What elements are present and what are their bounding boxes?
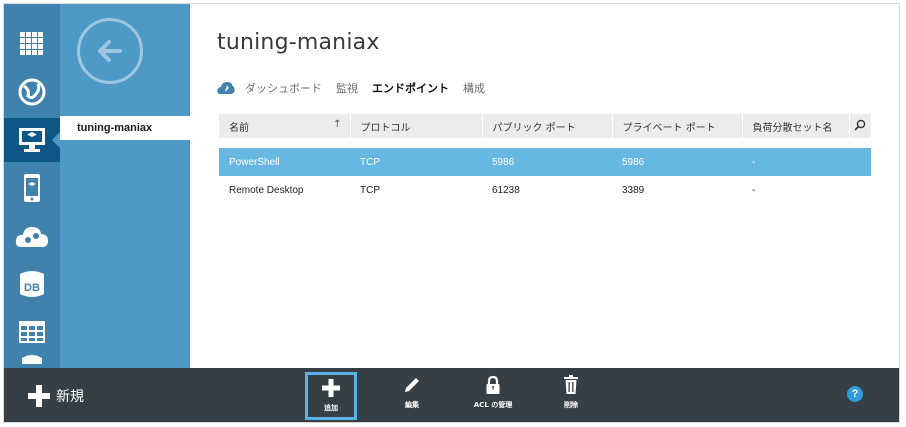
rail-item-web-sites[interactable] [4, 70, 60, 114]
column-header-name[interactable]: 名前 ↑ [219, 114, 351, 138]
table-row[interactable]: Remote Desktop TCP 61238 3389 - [219, 176, 871, 204]
item-list-panel: tuning-maniax [60, 4, 190, 368]
edit-endpoint-label: 編集 [405, 401, 419, 409]
cell-protocol: TCP [360, 184, 380, 196]
search-icon [854, 119, 866, 131]
all-items-grid-icon [20, 32, 43, 55]
selected-service-item[interactable]: tuning-maniax [60, 116, 190, 140]
rail-item-virtual-machines[interactable] [4, 118, 60, 162]
storage-icon [22, 355, 42, 364]
add-endpoint-button[interactable]: 追加 [305, 372, 357, 420]
rail-item-mobile-services[interactable] [4, 166, 60, 210]
new-button-label: 新規 [56, 389, 84, 405]
cell-public-port: 5986 [482, 148, 612, 176]
command-bar: 新規 追加 編集 ACL の管理 削除 [4, 368, 899, 422]
search-button[interactable] [849, 114, 872, 138]
edit-endpoint-button[interactable]: 編集 [386, 372, 438, 420]
tab-bar: ダッシュボード 監視 エンドポイント 構成 [217, 80, 499, 96]
cell-name: PowerShell [219, 148, 350, 176]
endpoints-table: 名前 ↑ プロトコル パブリック ポート プライベート ポート 負荷分散セット名 … [219, 114, 872, 204]
cell-name: Remote Desktop [229, 184, 304, 196]
tab-monitor[interactable]: 監視 [336, 80, 358, 96]
cell-private-port: 5986 [612, 148, 742, 176]
cloud-services-icon [15, 227, 48, 247]
delete-endpoint-button[interactable]: 削除 [545, 372, 597, 420]
quick-start-cloud-icon[interactable] [217, 81, 235, 95]
tab-dashboard[interactable]: ダッシュボード [245, 80, 322, 96]
cell-public-port: 61238 [492, 184, 520, 196]
plus-icon [28, 385, 50, 407]
page-title: tuning-maniax [217, 30, 380, 55]
sort-ascending-icon: ↑ [333, 118, 342, 130]
new-button[interactable]: 新規 [28, 385, 84, 407]
rail-item-storage[interactable] [4, 352, 60, 368]
plus-icon [322, 379, 340, 397]
portal-window: DB tuning-maniax tuning-maniax ダッシュボード 監… [3, 3, 900, 423]
tab-configure[interactable]: 構成 [463, 80, 485, 96]
column-header-protocol[interactable]: プロトコル [350, 114, 483, 138]
table-row[interactable]: PowerShell TCP 5986 5986 - [219, 148, 871, 176]
service-rail: DB [4, 4, 60, 368]
back-button[interactable] [77, 18, 143, 84]
column-header-lb-set[interactable]: 負荷分散セット名 [742, 114, 850, 138]
pencil-icon [405, 378, 419, 392]
rail-item-all-items[interactable] [4, 22, 60, 66]
table-header-row: 名前 ↑ プロトコル パブリック ポート プライベート ポート 負荷分散セット名 [219, 114, 872, 138]
virtual-machines-icon [19, 128, 45, 152]
storage-table-icon [19, 321, 45, 343]
cell-protocol: TCP [350, 148, 482, 176]
column-header-private-port[interactable]: プライベート ポート [612, 114, 743, 138]
sql-databases-icon: DB [20, 271, 44, 297]
mobile-services-icon [24, 174, 40, 202]
back-arrow-icon [98, 40, 122, 62]
manage-acl-label: ACL の管理 [473, 401, 513, 409]
web-sites-icon [18, 78, 46, 106]
cell-lb-set: - [752, 184, 756, 196]
tab-endpoints[interactable]: エンドポイント [372, 80, 449, 96]
rail-item-storage-table[interactable] [4, 310, 60, 354]
lock-icon [486, 375, 500, 394]
cell-private-port: 3389 [622, 184, 645, 196]
delete-endpoint-label: 削除 [564, 401, 578, 409]
trash-icon [564, 375, 578, 394]
add-endpoint-label: 追加 [324, 404, 338, 412]
rail-item-cloud-services[interactable] [4, 214, 60, 258]
column-header-public-port[interactable]: パブリック ポート [482, 114, 613, 138]
rail-item-sql-databases[interactable]: DB [4, 262, 60, 306]
cell-lb-set: - [742, 148, 849, 176]
help-button[interactable]: ? [847, 386, 863, 402]
manage-acl-button[interactable]: ACL の管理 [467, 372, 519, 420]
svg-text:DB: DB [24, 282, 40, 294]
